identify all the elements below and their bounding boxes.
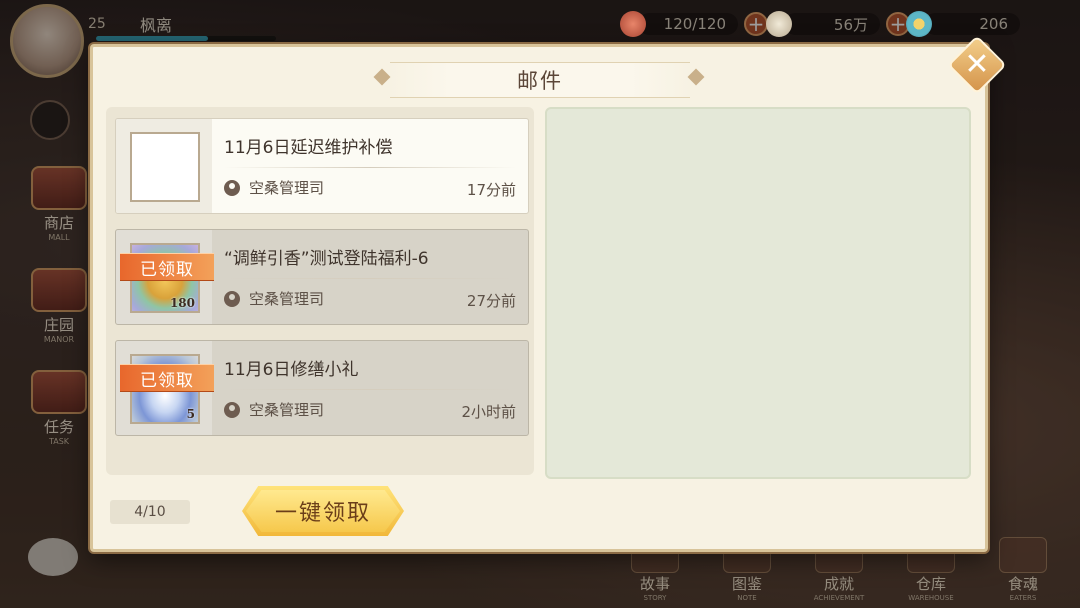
dialog-title-banner: 邮件 [390,62,690,98]
mail-sender-name: 空桑管理司 [249,290,325,308]
mail-divider [224,167,516,168]
food-bowl-icon [620,11,646,37]
mail-divider [224,389,516,390]
attachment-quantity: 180 [169,296,195,310]
attachment-quantity: 5 [186,407,195,421]
claim-all-button[interactable]: 一键领取 [242,486,404,536]
mail-sender-name: 空桑管理司 [249,401,325,419]
claimed-badge: 已领取 [120,253,214,281]
user-icon [224,290,240,307]
mail-sender: 空桑管理司 [224,288,324,309]
mail-item[interactable]: 180 已领取 “调鲜引香”测试登陆福利-6 空桑管理司 27分前 [115,229,529,325]
claimed-badge: 已领取 [120,364,214,392]
mail-title: 11月6日延迟维护补偿 [224,138,393,158]
close-button[interactable]: ✕ [947,35,1007,95]
feather-icon [766,11,792,37]
mail-time: 17分前 [466,181,516,199]
dialog-title: 邮件 [517,69,563,93]
mail-sender-name: 空桑管理司 [249,179,325,197]
mail-count: 4/10 [110,500,190,524]
mail-sender: 空桑管理司 [224,399,324,420]
mail-item[interactable]: 5 已领取 11月6日修缮小礼 空桑管理司 2小时前 [115,340,529,436]
mail-divider [224,278,516,279]
user-icon [224,401,240,418]
mail-item[interactable]: 11月6日延迟维护补偿 空桑管理司 17分前 [115,118,529,214]
mail-sender: 空桑管理司 [224,177,324,198]
mail-attachment-thumbnail [130,132,200,202]
jade-coin-icon [906,11,932,37]
user-icon [224,179,240,196]
mail-title: 11月6日修缮小礼 [224,360,359,380]
claim-all-label: 一键领取 [274,501,371,526]
mail-title: “调鲜引香”测试登陆福利-6 [224,249,429,269]
mail-time: 27分前 [466,292,516,310]
mail-time: 2小时前 [461,403,516,421]
close-icon: ✕ [964,47,990,82]
mail-detail-panel [545,107,971,479]
